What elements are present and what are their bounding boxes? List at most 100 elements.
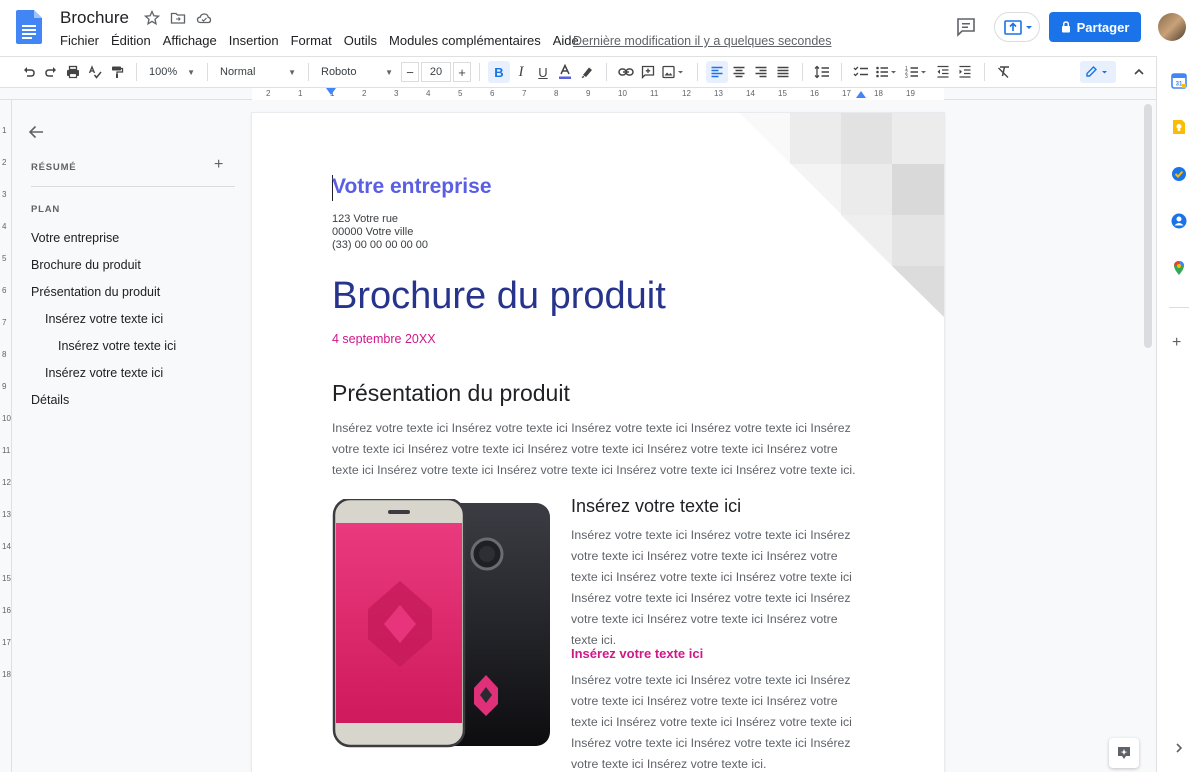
checklist-icon[interactable] [850, 61, 872, 83]
scrollbar-thumb[interactable] [1144, 104, 1152, 348]
svg-text:3: 3 [905, 74, 908, 79]
vruler-label: 11 [2, 446, 11, 455]
add-summary-button[interactable]: + [214, 156, 223, 174]
menu-modules[interactable]: Modules complémentaires [389, 33, 541, 48]
menu-edition[interactable]: Édition [111, 33, 151, 48]
ruler-label: 16 [810, 89, 819, 98]
sub-heading[interactable]: Insérez votre texte ici [571, 496, 741, 517]
outline-item-votre-entreprise[interactable]: Votre entreprise [31, 231, 119, 245]
last-edit-link[interactable]: Dernière modification il y a quelques se… [573, 34, 831, 48]
address-line-3[interactable]: (33) 00 00 00 00 00 [332, 239, 428, 251]
tasks-icon[interactable] [1171, 166, 1187, 182]
print-icon[interactable] [62, 61, 84, 83]
align-center-icon[interactable] [728, 61, 750, 83]
font-size-input[interactable]: 20 [421, 62, 451, 82]
comment-history-icon[interactable] [955, 16, 977, 38]
vruler-label: 7 [2, 318, 7, 327]
vertical-scrollbar[interactable] [1140, 100, 1156, 772]
zoom-value: 100% [149, 66, 178, 78]
numbered-list-icon[interactable]: 123 [902, 61, 932, 83]
maps-icon[interactable] [1171, 260, 1187, 276]
line-spacing-icon[interactable] [811, 61, 833, 83]
cloud-saved-icon[interactable] [196, 10, 212, 26]
justify-icon[interactable] [772, 61, 794, 83]
style-select[interactable]: Normal ▼ [216, 61, 300, 83]
explore-button[interactable] [1109, 738, 1139, 768]
right-indent-marker-icon[interactable] [856, 90, 866, 98]
outline-item-brochure[interactable]: Brochure du produit [31, 258, 141, 272]
keep-icon[interactable] [1171, 119, 1187, 135]
increase-indent-icon[interactable] [954, 61, 976, 83]
section-heading[interactable]: Présentation du produit [332, 380, 570, 407]
back-arrow-icon[interactable] [28, 124, 44, 145]
avatar[interactable] [1158, 13, 1186, 41]
outline-item-presentation[interactable]: Présentation du produit [31, 285, 160, 299]
document-page[interactable]: Votre entreprise 123 Votre rue 00000 Vot… [252, 113, 944, 772]
vruler-label: 5 [2, 254, 7, 263]
highlight-icon[interactable] [576, 61, 598, 83]
italic-icon[interactable]: I [510, 61, 532, 83]
sub-heading-accent[interactable]: Insérez votre texte ici [571, 646, 703, 661]
decrease-indent-icon[interactable] [932, 61, 954, 83]
add-addon-icon[interactable]: + [1172, 334, 1181, 352]
share-button[interactable]: Partager [1049, 12, 1141, 42]
bold-icon[interactable]: B [488, 61, 510, 83]
editing-mode-icon[interactable] [1080, 61, 1116, 83]
caret-down-icon: ▼ [385, 67, 393, 77]
move-folder-icon[interactable] [170, 10, 186, 26]
clear-formatting-icon[interactable] [993, 61, 1015, 83]
underline-icon[interactable]: U [532, 61, 554, 83]
align-left-icon[interactable] [706, 61, 728, 83]
show-side-panel-icon[interactable] [1174, 742, 1184, 757]
share-label: Partager [1076, 19, 1130, 35]
ruler-label: 11 [650, 89, 659, 98]
collapse-icon[interactable] [1128, 61, 1150, 83]
menu-affichage[interactable]: Affichage [163, 33, 217, 48]
add-comment-icon[interactable] [637, 61, 659, 83]
outline-item-inserez-1[interactable]: Insérez votre texte ici [45, 312, 163, 326]
ruler-label: 2 [266, 89, 271, 98]
zoom-select[interactable]: 100% ▼ [145, 61, 199, 83]
horizontal-ruler: 2 1 1 2 3 4 5 6 7 8 9 10 11 12 13 14 15 16 17 18 19 [0, 88, 1156, 100]
redo-icon[interactable] [40, 61, 62, 83]
menu-outils[interactable]: Outils [344, 33, 377, 48]
text-color-icon[interactable] [554, 61, 576, 83]
indent-marker-icon[interactable] [326, 88, 336, 96]
outline-item-inserez-2[interactable]: Insérez votre texte ici [58, 339, 176, 353]
insert-image-icon[interactable] [659, 61, 689, 83]
spellcheck-icon[interactable] [84, 61, 106, 83]
bulleted-list-icon[interactable] [872, 61, 902, 83]
docs-logo-icon[interactable] [16, 10, 42, 44]
ruler-label: 2 [362, 89, 367, 98]
undo-icon[interactable] [18, 61, 40, 83]
contacts-icon[interactable] [1171, 213, 1187, 229]
sub-body[interactable]: Insérez votre texte ici Insérez votre te… [571, 525, 866, 651]
section-body[interactable]: Insérez votre texte ici Insérez votre te… [332, 418, 862, 481]
outline-item-details[interactable]: Détails [31, 393, 69, 407]
present-button[interactable] [994, 12, 1040, 42]
address-line-1[interactable]: 123 Votre rue [332, 213, 398, 225]
document-title-heading[interactable]: Brochure du produit [332, 275, 666, 318]
menu-fichier[interactable]: Fichier [60, 33, 99, 48]
ruler-label: 19 [906, 89, 915, 98]
vruler-label: 1 [2, 126, 7, 135]
align-right-icon[interactable] [750, 61, 772, 83]
menu-format[interactable]: Format [291, 33, 332, 48]
address-line-2[interactable]: 00000 Votre ville [332, 226, 413, 238]
menu-insertion[interactable]: Insertion [229, 33, 279, 48]
outline-item-inserez-3[interactable]: Insérez votre texte ici [45, 366, 163, 380]
star-icon[interactable] [143, 9, 161, 26]
company-name[interactable]: Votre entreprise [332, 175, 492, 199]
font-select[interactable]: Roboto ▼ [317, 61, 397, 83]
link-icon[interactable] [615, 61, 637, 83]
phone-illustration [332, 499, 550, 748]
document-date[interactable]: 4 septembre 20XX [332, 332, 436, 346]
sub-body-2[interactable]: Insérez votre texte ici Insérez votre te… [571, 670, 866, 772]
increase-font-size-button[interactable]: + [453, 62, 471, 82]
present-icon [1004, 20, 1032, 35]
document-title[interactable]: Brochure [60, 8, 129, 28]
vruler-label: 15 [2, 574, 11, 583]
paint-format-icon[interactable] [106, 61, 128, 83]
decrease-font-size-button[interactable]: − [401, 62, 419, 82]
calendar-icon[interactable]: 31 [1171, 73, 1187, 89]
